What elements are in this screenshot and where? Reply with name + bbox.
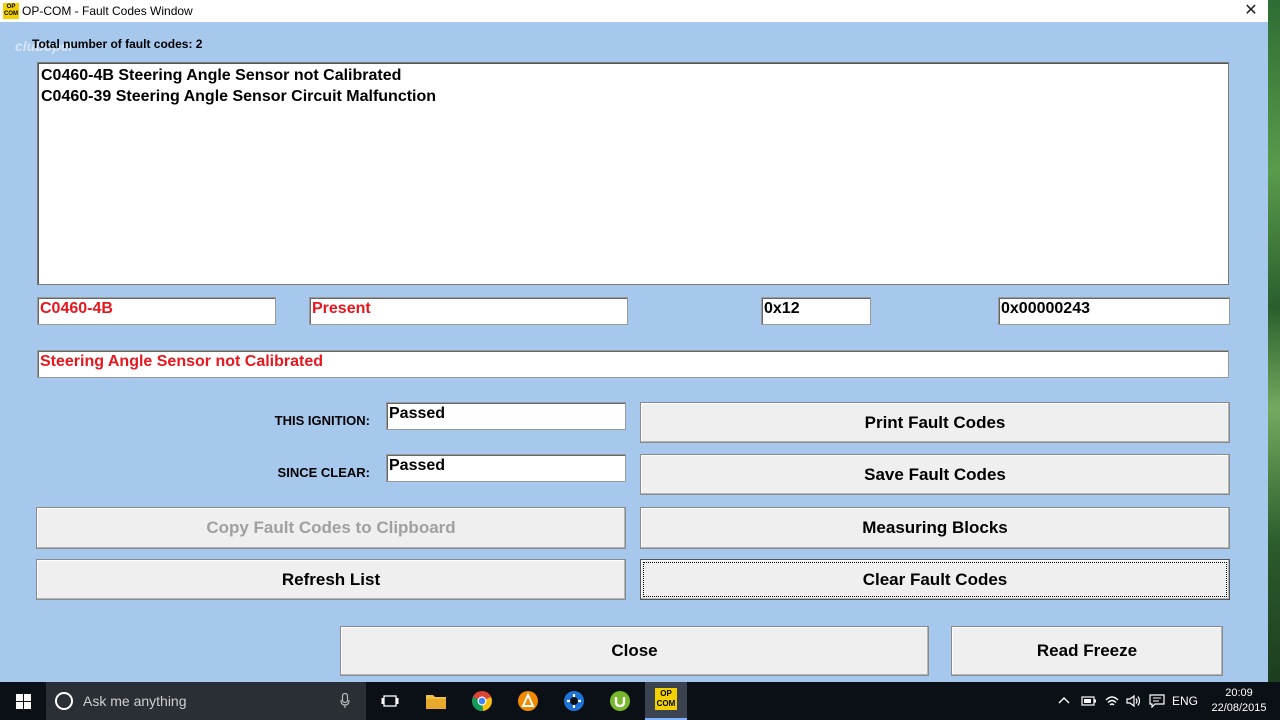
start-button[interactable] [0,682,46,720]
refresh-list-button[interactable]: Refresh List [36,559,626,600]
fault-status-field: Present [309,297,628,325]
fault-description-field: Steering Angle Sensor not Calibrated [37,350,1229,378]
opcom-icon: OP COM [655,688,677,710]
avast-icon[interactable] [514,687,542,715]
clock-date: 22/08/2015 [1211,702,1267,714]
close-button[interactable]: Close [340,626,929,676]
fault-list-item[interactable]: C0460-4B Steering Angle Sensor not Calib… [41,65,1225,86]
search-box[interactable]: Ask me anything [46,682,366,720]
fault-list-item[interactable]: C0460-39 Steering Angle Sensor Circuit M… [41,86,1225,107]
chrome-icon[interactable] [468,687,496,715]
desktop-background [1268,0,1280,682]
since-clear-label: SINCE CLEAR: [277,465,370,480]
total-fault-codes-label: Total number of fault codes: 2 [32,37,203,51]
save-fault-codes-button[interactable]: Save Fault Codes [640,454,1230,495]
task-view-icon[interactable] [376,687,404,715]
chevron-up-icon[interactable] [1058,696,1070,704]
fault-code-list[interactable]: C0460-4B Steering Angle Sensor not Calib… [37,62,1229,285]
title-bar[interactable]: OP COM OP-COM - Fault Codes Window ✕ [0,0,1268,22]
read-freeze-button[interactable]: Read Freeze [951,626,1223,676]
this-ignition-label: THIS IGNITION: [274,413,370,428]
fault-code-field: C0460-4B [37,297,276,325]
opcom-app-icon: OP COM [3,3,19,19]
clear-fault-codes-button[interactable]: Clear Fault Codes [640,559,1230,600]
search-placeholder: Ask me anything [83,693,187,709]
cortana-icon [55,692,73,710]
network-app-icon[interactable] [560,687,588,715]
since-clear-value: Passed [386,454,626,482]
close-window-icon[interactable]: ✕ [1240,0,1262,22]
clock-time: 20:09 [1225,687,1253,699]
this-ignition-value: Passed [386,402,626,430]
print-fault-codes-button[interactable]: Print Fault Codes [640,402,1230,443]
windows-logo-icon [16,694,31,709]
copy-fault-codes-button[interactable]: Copy Fault Codes to Clipboard [36,507,626,549]
microphone-icon[interactable] [340,693,350,709]
utorrent-icon[interactable] [606,687,634,715]
action-center-icon[interactable] [1149,694,1165,708]
battery-icon[interactable] [1081,695,1097,707]
taskbar: Ask me anything OP COM ENG 20:09 22/08/2… [0,682,1280,720]
language-indicator[interactable]: ENG [1172,694,1198,708]
volume-icon[interactable] [1126,694,1142,708]
hex-code-field: 0x12 [761,297,871,325]
window-title: OP-COM - Fault Codes Window [22,4,193,18]
measuring-blocks-button[interactable]: Measuring Blocks [640,507,1230,549]
system-clock[interactable]: 20:09 22/08/2015 [1208,686,1270,716]
fault-codes-window: OP COM OP-COM - Fault Codes Window ✕ clu… [0,0,1268,682]
wifi-icon[interactable] [1104,694,1120,708]
opcom-taskbar-button[interactable]: OP COM [645,682,687,720]
hex-address-field: 0x00000243 [998,297,1230,325]
file-explorer-icon[interactable] [422,687,450,715]
